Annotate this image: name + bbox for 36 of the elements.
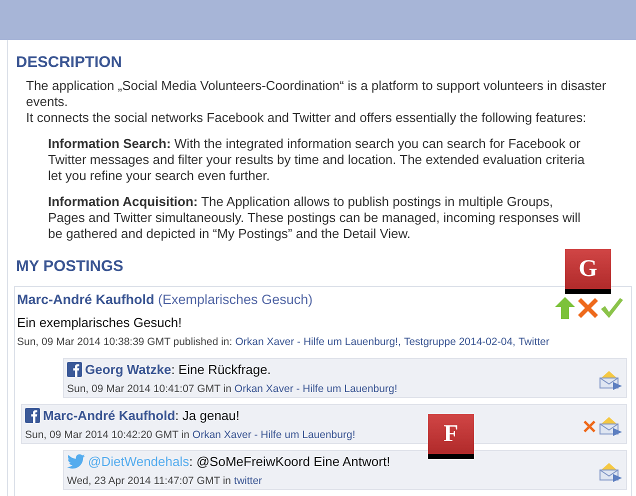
up-arrow-icon[interactable] [555, 297, 575, 319]
timestamp: Sun, 09 Mar 2014 10:42:20 GMT in [25, 429, 190, 441]
reply-text: Marc-André Kaufhold: Ja genau! [43, 408, 240, 423]
section-heading: MY POSTINGS [16, 258, 124, 276]
check-icon[interactable] [601, 298, 623, 318]
description-text: It connects the social networks Facebook and Twitter and offers essentially the following features: [26, 110, 588, 126]
callout-label: F [428, 414, 474, 459]
feature-text: Information Acquisition: The Application allows to publish postings in multiple Groups, Pages and Twitter simultaneously. These postings can be managed, incoming responses will be gathered and depicted in “My Postings” and the Detail View. [48, 194, 582, 242]
envelope-icon[interactable] [598, 415, 622, 437]
delete-icon[interactable] [577, 297, 599, 319]
envelope-icon[interactable] [598, 461, 622, 483]
author-link[interactable]: Marc-André Kaufhold [17, 292, 154, 307]
envelope-icon[interactable] [598, 369, 622, 391]
location-link[interactable]: Orkan Xaver - Hilfe um Lauenburg!, [235, 336, 401, 348]
bird-icon [67, 454, 85, 469]
posting-text: Ein exemplarisches Gesuch! [17, 315, 183, 330]
location-link[interactable]: Orkan Xaver - Hilfe um Lauenburg! [234, 383, 398, 395]
facebook-icon [25, 408, 40, 423]
delete-icon[interactable] [583, 420, 596, 432]
callout-label: G [565, 249, 611, 294]
location-link[interactable]: Testgruppe 2014-02-04, [404, 336, 516, 348]
reply-text: Georg Watzke: Eine Rückfrage. [85, 362, 271, 377]
location-link[interactable]: Orkan Xaver - Hilfe um Lauenburg! [192, 429, 356, 441]
section-heading: DESCRIPTION [16, 54, 122, 72]
feature-text: Information Search: With the integrated information search you can search for Facebook or Twitter messages and filter your results by time and location. The extended evaluation criteria let you refine your search even further. [48, 136, 586, 184]
timestamp: Sun, 09 Mar 2014 10:41:07 GMT in [67, 383, 232, 395]
location-link[interactable]: twitter [234, 475, 262, 487]
description-text: The application „Social Media Volunteers-Coordination“ is a platform to support volunteers in disaster events. [26, 78, 608, 110]
timestamp: Sun, 09 Mar 2014 10:38:39 GMT published in: [17, 336, 232, 348]
reply-text: @DietWendehals: @SoMeFreiwKoord Eine Antwort! [88, 454, 390, 469]
location-link[interactable]: Twitter [518, 336, 550, 348]
posting-title: Marc-André Kaufhold (Exemplarisches Gesuch) [17, 292, 313, 307]
author-link[interactable]: Georg Watzke [85, 362, 172, 377]
facebook-icon [67, 362, 82, 377]
author-link[interactable]: Marc-André Kaufhold [43, 408, 176, 423]
timestamp: Wed, 23 Apr 2014 11:47:07 GMT in [67, 475, 232, 487]
